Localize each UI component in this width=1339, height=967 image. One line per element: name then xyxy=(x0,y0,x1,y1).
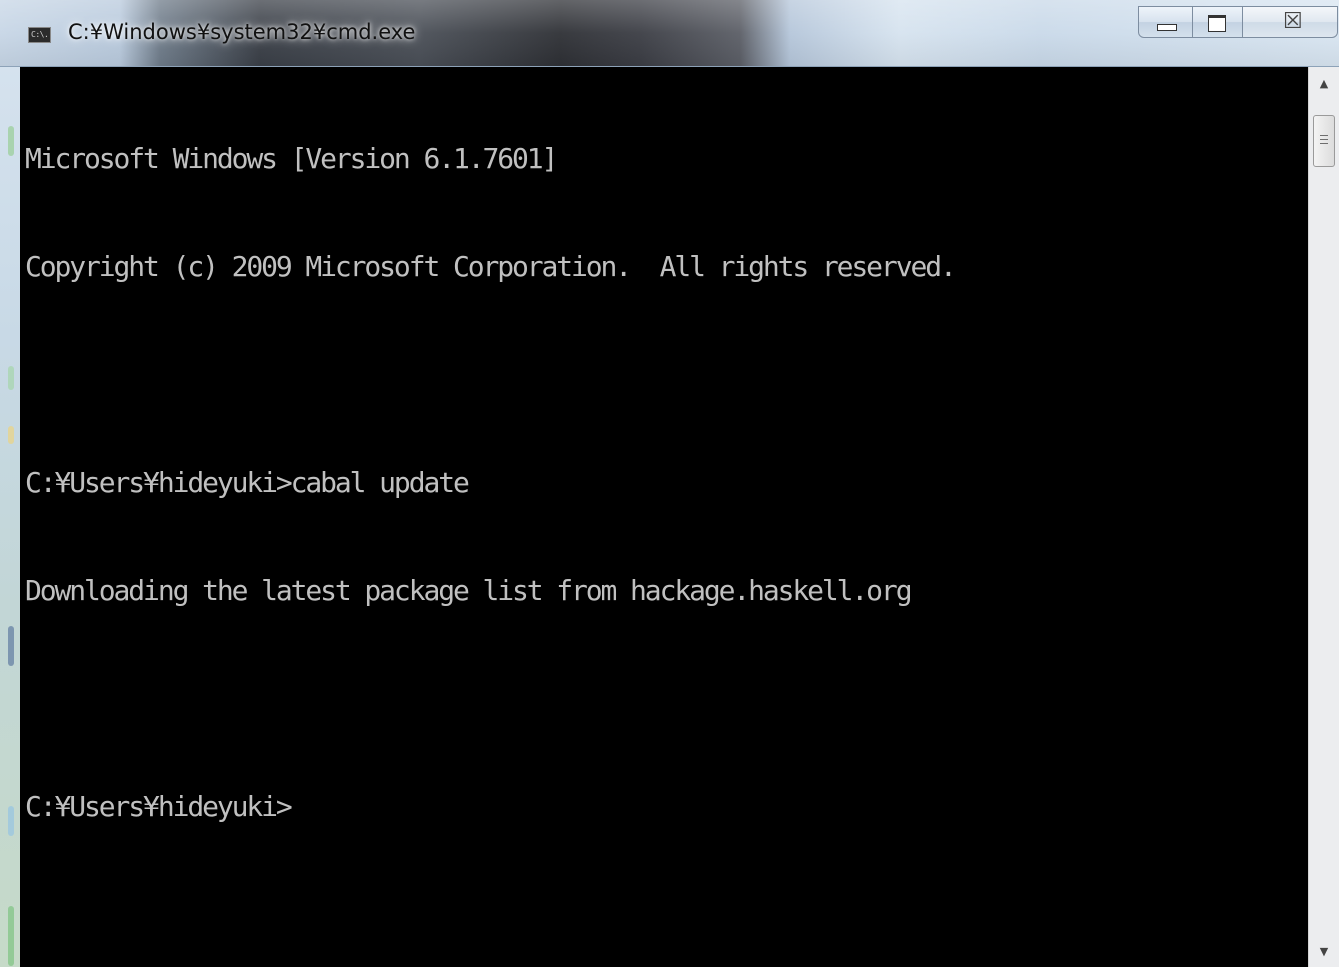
cmd-icon-label: C:\. xyxy=(31,30,49,39)
console-line: Downloading the latest package list from… xyxy=(25,574,913,607)
scroll-up-arrow-icon[interactable]: ▲ xyxy=(1309,71,1339,97)
console-output-area[interactable]: Microsoft Windows [Version 6.1.7601] Cop… xyxy=(20,67,1308,967)
scroll-down-arrow-icon[interactable]: ▼ xyxy=(1309,939,1339,965)
maximize-button[interactable] xyxy=(1193,6,1243,38)
cmd-window: C:\. C:¥Windows¥system32¥cmd.exe ☒ Micro… xyxy=(0,0,1339,967)
cmd-icon[interactable]: C:\. xyxy=(28,27,51,43)
close-icon: ☒ xyxy=(1283,9,1303,34)
console-line: Microsoft Windows [Version 6.1.7601] xyxy=(25,142,558,175)
console-prompt[interactable]: C:¥Users¥hideyuki> xyxy=(25,789,955,825)
minimize-icon xyxy=(1157,24,1177,31)
minimize-button[interactable] xyxy=(1138,6,1193,38)
caption-buttons: ☒ xyxy=(1138,6,1338,40)
title-bar[interactable]: C:\. C:¥Windows¥system32¥cmd.exe ☒ xyxy=(0,0,1339,67)
scroll-thumb[interactable] xyxy=(1313,115,1335,167)
window-frame-left xyxy=(0,66,20,967)
console-text: Microsoft Windows [Version 6.1.7601] Cop… xyxy=(25,69,957,897)
close-button[interactable]: ☒ xyxy=(1243,6,1338,38)
vertical-scrollbar[interactable]: ▲ ▼ xyxy=(1308,67,1339,967)
console-line: Copyright (c) 2009 Microsoft Corporation… xyxy=(25,250,957,283)
window-title: C:¥Windows¥system32¥cmd.exe xyxy=(68,20,416,44)
console-line: C:¥Users¥hideyuki>cabal update xyxy=(25,466,470,499)
maximize-icon xyxy=(1208,15,1226,32)
